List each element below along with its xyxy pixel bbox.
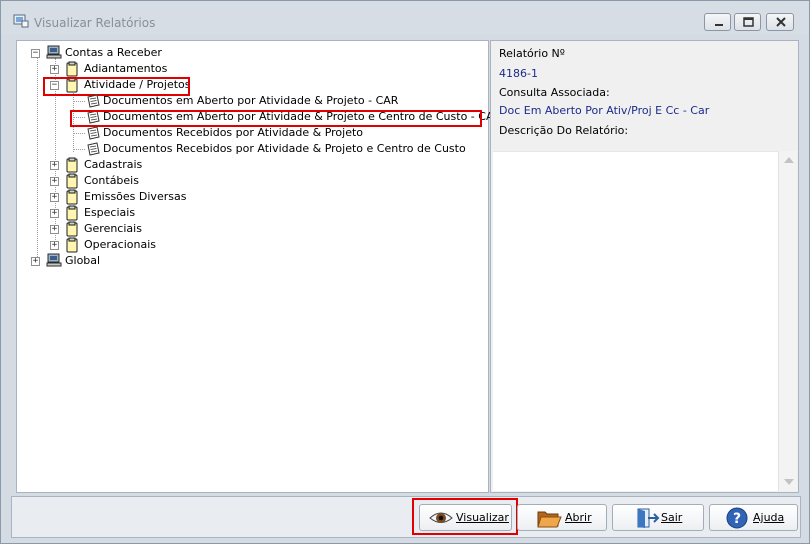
tree-connector — [73, 133, 85, 134]
help-button-label: Ajuda — [753, 511, 785, 524]
tree-connector — [73, 101, 85, 102]
scroll-down-icon[interactable] — [784, 479, 794, 485]
tree-node-label: Operacionais — [84, 238, 157, 251]
collapse-toggle[interactable]: − — [31, 49, 40, 58]
report-label: Documentos Recebidos por Atividade & Pro… — [103, 126, 364, 139]
tree-node-operacionais[interactable]: + Operacionais — [17, 237, 487, 253]
open-button-label: Abrir — [565, 511, 592, 524]
folder-report-icon — [66, 173, 78, 189]
description-textarea[interactable] — [493, 151, 778, 491]
report-app-icon — [13, 14, 29, 28]
computer-icon — [46, 45, 62, 59]
expand-toggle[interactable]: + — [50, 241, 59, 250]
title-bar: Visualizar Relatórios — [1, 1, 809, 35]
tree-node-adiantamentos[interactable]: + Adiantamentos — [17, 61, 487, 77]
tree-node-label: Contas a Receber — [65, 46, 162, 59]
maximize-button[interactable] — [734, 13, 761, 31]
tree-node-emissoes-diversas[interactable]: + Emissões Diversas — [17, 189, 487, 205]
folder-report-icon — [66, 237, 78, 253]
report-label: Documentos Recebidos por Atividade & Pro… — [103, 142, 466, 155]
help-button[interactable]: ? Ajuda — [709, 504, 798, 531]
tree-node-label: Adiantamentos — [84, 62, 168, 75]
expand-toggle[interactable]: + — [31, 257, 40, 266]
report-item[interactable]: Documentos Recebidos por Atividade & Pro… — [17, 125, 487, 141]
tree-node-label: Especiais — [84, 206, 136, 219]
help-icon: ? — [726, 507, 748, 529]
window-title: Visualizar Relatórios — [34, 16, 156, 30]
report-label: Documentos em Aberto por Atividade & Pro… — [103, 94, 399, 107]
report-document-icon — [87, 142, 100, 156]
minimize-button[interactable] — [704, 13, 731, 31]
svg-text:?: ? — [733, 511, 741, 527]
tree-node-label: Gerenciais — [84, 222, 142, 235]
close-window-button[interactable] — [766, 13, 794, 31]
folder-report-icon — [66, 189, 78, 205]
tree-node-label: Global — [65, 254, 101, 267]
report-viewer-window: Visualizar Relatórios − Contas a Receber — [0, 0, 810, 544]
exit-button-label: Sair — [661, 511, 683, 524]
expand-toggle[interactable]: + — [50, 225, 59, 234]
description-label: Descrição Do Relatório: — [499, 124, 629, 137]
expand-toggle[interactable]: + — [50, 161, 59, 170]
open-button[interactable]: Abrir — [517, 504, 607, 531]
exit-door-icon — [637, 508, 660, 528]
report-number-label: Relatório Nº — [499, 47, 565, 60]
tree-node-contas-a-receber[interactable]: − Contas a Receber — [17, 45, 487, 61]
tree-node-global[interactable]: + Global — [17, 253, 487, 269]
folder-report-icon — [66, 157, 78, 173]
report-item[interactable]: Documentos Recebidos por Atividade & Pro… — [17, 141, 487, 157]
tree-node-cadastrais[interactable]: + Cadastrais — [17, 157, 487, 173]
scroll-up-icon[interactable] — [784, 157, 794, 163]
maximize-icon — [743, 17, 754, 27]
folder-report-icon — [66, 205, 78, 221]
close-icon — [776, 17, 786, 27]
minimize-icon — [715, 24, 723, 26]
report-number-value: 4186-1 — [499, 67, 538, 80]
folder-report-icon — [66, 221, 78, 237]
tree-node-label: Cadastrais — [84, 158, 143, 171]
tree-node-label: Emissões Diversas — [84, 190, 187, 203]
tree-node-contabeis[interactable]: + Contábeis — [17, 173, 487, 189]
tree-connector — [73, 149, 85, 150]
expand-toggle[interactable]: + — [50, 65, 59, 74]
highlight-box — [412, 498, 518, 535]
tree-node-label: Contábeis — [84, 174, 139, 187]
exit-button[interactable]: Sair — [612, 504, 704, 531]
report-tree[interactable]: − Contas a Receber + Adiantamentos − Ati… — [16, 40, 501, 493]
report-document-icon — [87, 126, 100, 140]
tree-node-especiais[interactable]: + Especiais — [17, 205, 487, 221]
query-value: Doc Em Aberto Por Ativ/Proj E Cc - Car — [499, 104, 710, 117]
description-scrollbar[interactable] — [778, 151, 797, 491]
tree-node-gerenciais[interactable]: + Gerenciais — [17, 221, 487, 237]
expand-toggle[interactable]: + — [50, 209, 59, 218]
query-label: Consulta Associada: — [499, 86, 610, 99]
report-item[interactable]: Documentos em Aberto por Atividade & Pro… — [17, 93, 487, 109]
folder-open-icon — [537, 511, 562, 528]
folder-report-icon — [66, 61, 78, 77]
computer-icon — [46, 253, 62, 267]
expand-toggle[interactable]: + — [50, 193, 59, 202]
expand-toggle[interactable]: + — [50, 177, 59, 186]
report-document-icon — [87, 94, 100, 108]
report-details-panel: Relatório Nº 4186-1 Consulta Associada: … — [490, 40, 799, 493]
